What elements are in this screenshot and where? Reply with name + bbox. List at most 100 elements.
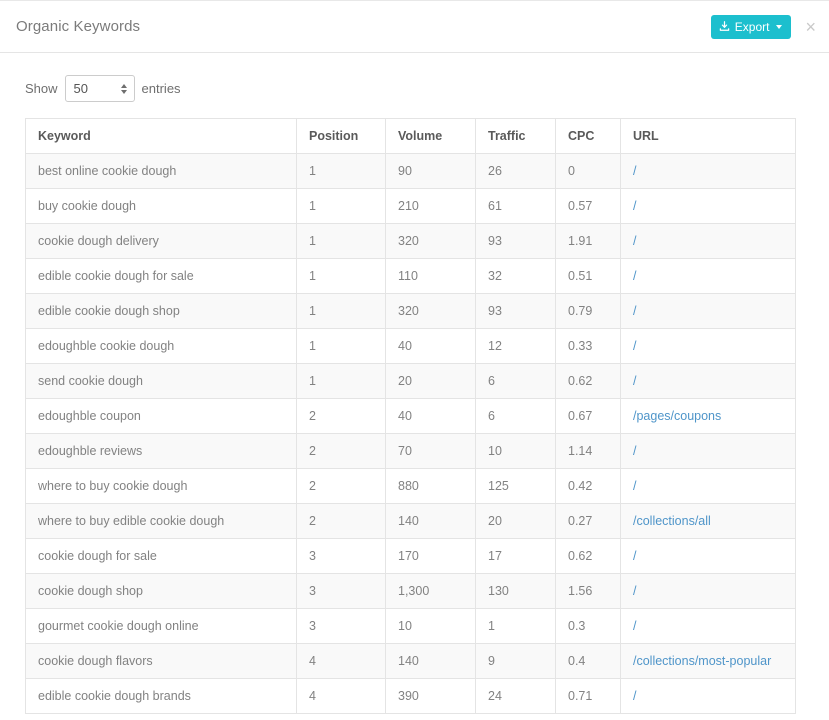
url-link[interactable]: /collections/most-popular bbox=[633, 654, 771, 668]
cell-volume: 320 bbox=[385, 293, 476, 329]
cell-volume: 390 bbox=[385, 678, 476, 714]
url-link[interactable]: / bbox=[633, 269, 636, 283]
table-row[interactable]: edible cookie dough shop 1 320 93 0.79 / bbox=[25, 293, 796, 329]
cell-position: 4 bbox=[296, 643, 386, 679]
cell-cpc: 0.62 bbox=[555, 538, 621, 574]
cell-volume: 110 bbox=[385, 258, 476, 294]
stepper-arrows-icon[interactable] bbox=[120, 83, 127, 94]
column-header-traffic[interactable]: Traffic bbox=[475, 118, 556, 154]
cell-keyword: cookie dough flavors bbox=[25, 643, 297, 679]
cell-volume: 70 bbox=[385, 433, 476, 469]
table-row[interactable]: buy cookie dough 1 210 61 0.57 / bbox=[25, 188, 796, 224]
url-link[interactable]: / bbox=[633, 479, 636, 493]
cell-volume: 40 bbox=[385, 328, 476, 364]
entries-per-page-stepper[interactable]: 50 bbox=[64, 75, 135, 102]
cell-url: / bbox=[620, 188, 796, 224]
cell-cpc: 0.33 bbox=[555, 328, 621, 364]
cell-keyword: edoughble cookie dough bbox=[25, 328, 297, 364]
export-button[interactable]: Export bbox=[710, 14, 792, 39]
cell-volume: 320 bbox=[385, 223, 476, 259]
table-row[interactable]: where to buy edible cookie dough 2 140 20 0.… bbox=[25, 503, 796, 539]
cell-cpc: 0.79 bbox=[555, 293, 621, 329]
organic-keywords-table: Keyword Position Volume Traffic CPC URL … bbox=[25, 118, 796, 714]
cell-position: 1 bbox=[296, 363, 386, 399]
table-row[interactable]: send cookie dough 1 20 6 0.62 / bbox=[25, 363, 796, 399]
table-row[interactable]: cookie dough delivery 1 320 93 1.91 / bbox=[25, 223, 796, 259]
cell-keyword: edoughble reviews bbox=[25, 433, 297, 469]
url-link[interactable]: /pages/coupons bbox=[633, 409, 721, 423]
cell-traffic: 9 bbox=[475, 643, 556, 679]
cell-position: 2 bbox=[296, 468, 386, 504]
modal-header: Organic Keywords Export × bbox=[0, 1, 829, 53]
table-row[interactable]: edoughble cookie dough 1 40 12 0.33 / bbox=[25, 328, 796, 364]
table-row[interactable]: best online cookie dough 1 90 26 0 / bbox=[25, 153, 796, 189]
cell-position: 3 bbox=[296, 608, 386, 644]
table-row[interactable]: edoughble reviews 2 70 10 1.14 / bbox=[25, 433, 796, 469]
cell-cpc: 1.91 bbox=[555, 223, 621, 259]
cell-url: /collections/all bbox=[620, 503, 796, 539]
cell-position: 3 bbox=[296, 573, 386, 609]
cell-keyword: send cookie dough bbox=[25, 363, 297, 399]
cell-url: / bbox=[620, 258, 796, 294]
url-link[interactable]: / bbox=[633, 444, 636, 458]
column-header-keyword[interactable]: Keyword bbox=[25, 118, 297, 154]
cell-position: 1 bbox=[296, 258, 386, 294]
table-row[interactable]: where to buy cookie dough 2 880 125 0.42 / bbox=[25, 468, 796, 504]
url-link[interactable]: / bbox=[633, 549, 636, 563]
cell-volume: 90 bbox=[385, 153, 476, 189]
cell-position: 1 bbox=[296, 153, 386, 189]
url-link[interactable]: / bbox=[633, 234, 636, 248]
cell-traffic: 17 bbox=[475, 538, 556, 574]
cell-traffic: 12 bbox=[475, 328, 556, 364]
url-link[interactable]: / bbox=[633, 374, 636, 388]
column-header-url[interactable]: URL bbox=[620, 118, 796, 154]
cell-keyword: cookie dough delivery bbox=[25, 223, 297, 259]
url-link[interactable]: / bbox=[633, 584, 636, 598]
table-row[interactable]: edible cookie dough for sale 1 110 32 0.51 / bbox=[25, 258, 796, 294]
url-link[interactable]: / bbox=[633, 304, 636, 318]
url-link[interactable]: / bbox=[633, 689, 636, 703]
stepper-up-icon[interactable] bbox=[120, 83, 127, 88]
cell-traffic: 6 bbox=[475, 398, 556, 434]
cell-traffic: 130 bbox=[475, 573, 556, 609]
column-header-position[interactable]: Position bbox=[296, 118, 386, 154]
table-header: Keyword Position Volume Traffic CPC URL bbox=[25, 118, 796, 154]
cell-url: / bbox=[620, 538, 796, 574]
cell-keyword: edible cookie dough for sale bbox=[25, 258, 297, 294]
table-row[interactable]: cookie dough shop 3 1,300 130 1.56 / bbox=[25, 573, 796, 609]
close-button[interactable]: × bbox=[801, 16, 820, 38]
cell-volume: 170 bbox=[385, 538, 476, 574]
stepper-down-icon[interactable] bbox=[120, 89, 127, 94]
cell-cpc: 1.14 bbox=[555, 433, 621, 469]
cell-position: 1 bbox=[296, 293, 386, 329]
entries-label: entries bbox=[141, 81, 181, 96]
cell-traffic: 24 bbox=[475, 678, 556, 714]
caret-down-icon bbox=[776, 24, 783, 29]
table-header-row: Keyword Position Volume Traffic CPC URL bbox=[25, 118, 796, 154]
column-header-cpc[interactable]: CPC bbox=[555, 118, 621, 154]
cell-traffic: 32 bbox=[475, 258, 556, 294]
url-link[interactable]: / bbox=[633, 619, 636, 633]
show-label: Show bbox=[25, 81, 58, 96]
url-link[interactable]: / bbox=[633, 164, 636, 178]
cell-position: 2 bbox=[296, 433, 386, 469]
url-link[interactable]: / bbox=[633, 339, 636, 353]
url-link[interactable]: /collections/all bbox=[633, 514, 711, 528]
cell-cpc: 0.57 bbox=[555, 188, 621, 224]
cell-cpc: 0.67 bbox=[555, 398, 621, 434]
table-row[interactable]: cookie dough for sale 3 170 17 0.62 / bbox=[25, 538, 796, 574]
table-row[interactable]: edible cookie dough brands 4 390 24 0.71 / bbox=[25, 678, 796, 714]
cell-keyword: where to buy cookie dough bbox=[25, 468, 297, 504]
table-row[interactable]: cookie dough flavors 4 140 9 0.4/collections… bbox=[25, 643, 796, 679]
cell-url: / bbox=[620, 468, 796, 504]
cell-url: / bbox=[620, 433, 796, 469]
table-row[interactable]: gourmet cookie dough online 3 10 1 0.3 / bbox=[25, 608, 796, 644]
url-link[interactable]: / bbox=[633, 199, 636, 213]
cell-volume: 140 bbox=[385, 503, 476, 539]
table-row[interactable]: edoughble coupon 2 40 6 0.67/pages/coupons bbox=[25, 398, 796, 434]
cell-keyword: gourmet cookie dough online bbox=[25, 608, 297, 644]
cell-keyword: cookie dough for sale bbox=[25, 538, 297, 574]
cell-url: / bbox=[620, 153, 796, 189]
column-header-volume[interactable]: Volume bbox=[385, 118, 476, 154]
download-icon bbox=[719, 21, 730, 32]
